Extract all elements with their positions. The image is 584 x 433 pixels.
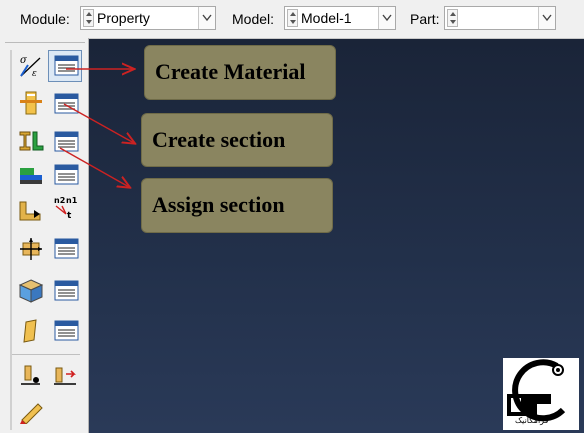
watermark-text: فرامکانیک xyxy=(515,416,549,425)
assign-orientation-icon[interactable]: n2 n1 t xyxy=(52,194,78,220)
stringer-icon[interactable] xyxy=(18,318,44,344)
svg-text:t: t xyxy=(67,211,72,220)
profile-icon[interactable] xyxy=(18,128,44,154)
svg-text:n2: n2 xyxy=(54,196,65,205)
svg-text:n1: n1 xyxy=(66,196,78,205)
material-icon[interactable]: σ ε xyxy=(18,52,44,78)
part-spinner[interactable] xyxy=(447,9,458,27)
part-combo[interactable] xyxy=(444,6,556,30)
model-combo[interactable]: Model-1 xyxy=(284,6,396,30)
callout-create-material: Create Material xyxy=(144,45,336,100)
model-spinner[interactable] xyxy=(287,9,298,27)
module-toolbox: σ ε n2 n1 t xyxy=(0,38,89,433)
chevron-down-icon[interactable] xyxy=(538,7,555,29)
toolbox-divider xyxy=(10,50,12,430)
skin-manager-icon[interactable] xyxy=(54,236,80,262)
model-value: Model-1 xyxy=(301,10,352,26)
special-manager-icon[interactable] xyxy=(54,278,80,304)
module-value: Property xyxy=(97,10,150,26)
composite-manager-icon[interactable] xyxy=(54,162,80,188)
composite-layup-icon[interactable] xyxy=(18,162,44,188)
callout-assign-section: Assign section xyxy=(141,178,333,233)
callout-create-section-text: Create section xyxy=(152,127,286,152)
springs-icon[interactable] xyxy=(18,398,44,424)
skin-icon[interactable] xyxy=(18,236,44,262)
special-icon[interactable] xyxy=(18,278,44,304)
part-label: Part: xyxy=(410,11,440,27)
stringer-manager-icon[interactable] xyxy=(54,318,80,344)
callout-create-section: Create section xyxy=(141,113,333,167)
section-icon[interactable] xyxy=(18,90,44,116)
model-label: Model: xyxy=(232,11,275,27)
toolbox-grip[interactable] xyxy=(5,42,85,45)
module-label: Module: xyxy=(20,11,70,27)
callout-assign-section-text: Assign section xyxy=(152,192,285,217)
context-bar: Module: Property Model: Model-1 Part: xyxy=(0,0,584,39)
material-manager-icon[interactable] xyxy=(54,53,80,79)
inertia-manager-icon[interactable] xyxy=(52,362,78,388)
svg-text:σ: σ xyxy=(20,55,28,66)
callout-create-material-text: Create Material xyxy=(155,59,306,84)
toolbox-separator xyxy=(12,354,80,355)
module-combo[interactable]: Property xyxy=(80,6,216,30)
section-manager-icon[interactable] xyxy=(54,91,80,117)
inertia-icon[interactable] xyxy=(18,362,44,388)
profile-manager-icon[interactable] xyxy=(54,129,80,155)
svg-text:ε: ε xyxy=(32,69,37,78)
assign-section-icon[interactable] xyxy=(18,198,44,224)
chevron-down-icon[interactable] xyxy=(198,7,215,29)
module-spinner[interactable] xyxy=(83,9,94,27)
chevron-down-icon[interactable] xyxy=(378,7,395,29)
